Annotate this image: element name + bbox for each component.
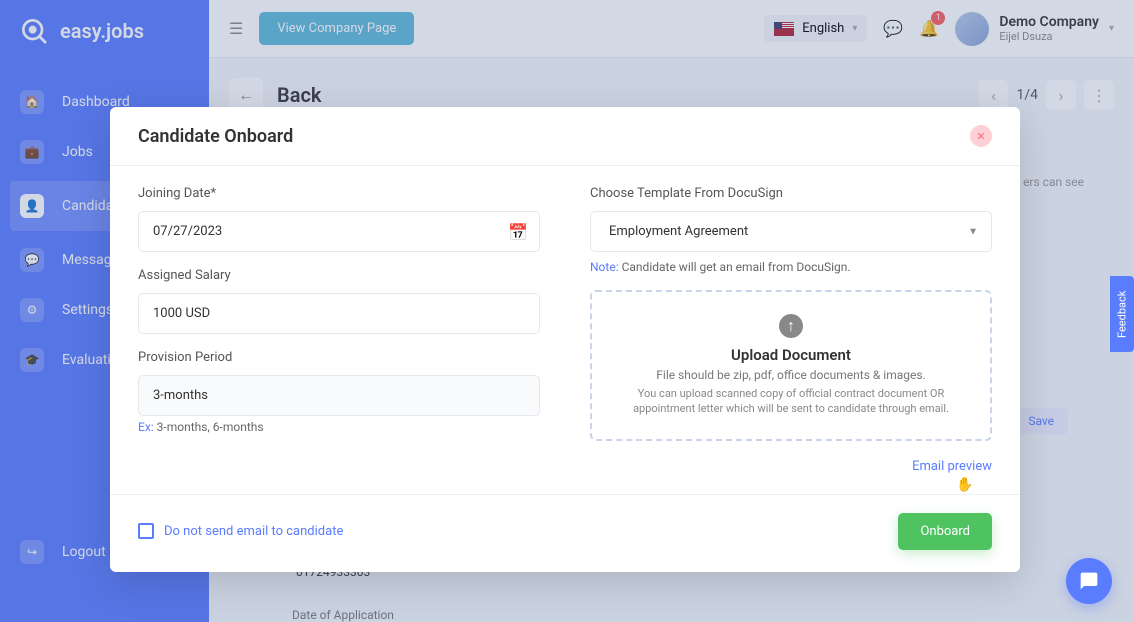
provision-example: Ex: 3-months, 6-months — [138, 420, 540, 434]
email-preview-wrap: Email preview — [590, 455, 992, 474]
feedback-tab[interactable]: Feedback — [1110, 276, 1134, 352]
salary-label: Assigned Salary — [138, 268, 540, 283]
modal-title: Candidate Onboard — [138, 126, 293, 147]
joining-date-input[interactable] — [138, 211, 540, 252]
upload-sub: File should be zip, pdf, office document… — [610, 368, 972, 382]
modal-footer: Do not send email to candidate Onboard — [110, 494, 1020, 572]
modal-header: Candidate Onboard ✕ — [110, 107, 1020, 166]
joining-date-label: Joining Date* — [138, 186, 540, 201]
provision-input[interactable] — [138, 375, 540, 416]
checkbox-icon — [138, 523, 154, 539]
checkbox-label: Do not send email to candidate — [164, 524, 343, 539]
modal-right-col: Choose Template From DocuSign Employment… — [590, 186, 992, 474]
provision-label: Provision Period — [138, 350, 540, 365]
template-label: Choose Template From DocuSign — [590, 186, 992, 201]
cursor: ✋ — [956, 477, 973, 493]
chat-bubble[interactable] — [1066, 558, 1112, 604]
upload-icon: ↑ — [779, 314, 803, 338]
upload-desc: You can upload scanned copy of official … — [610, 386, 972, 417]
chat-icon — [1079, 571, 1099, 591]
candidate-onboard-modal: Candidate Onboard ✕ Joining Date* 📅 Assi… — [110, 107, 1020, 572]
email-preview-link[interactable]: Email preview — [912, 459, 992, 474]
template-select[interactable]: Employment Agreement — [590, 211, 992, 252]
close-icon[interactable]: ✕ — [970, 125, 992, 147]
no-email-checkbox[interactable]: Do not send email to candidate — [138, 523, 343, 539]
upload-title: Upload Document — [610, 346, 972, 364]
upload-dropzone[interactable]: ↑ Upload Document File should be zip, pd… — [590, 290, 992, 441]
calendar-icon[interactable]: 📅 — [508, 222, 528, 241]
modal-body: Joining Date* 📅 Assigned Salary Provisio… — [110, 166, 1020, 484]
modal-left-col: Joining Date* 📅 Assigned Salary Provisio… — [138, 186, 540, 474]
onboard-button[interactable]: Onboard — [898, 513, 992, 550]
docusign-note: Note: Candidate will get an email from D… — [590, 260, 992, 274]
salary-input[interactable] — [138, 293, 540, 334]
